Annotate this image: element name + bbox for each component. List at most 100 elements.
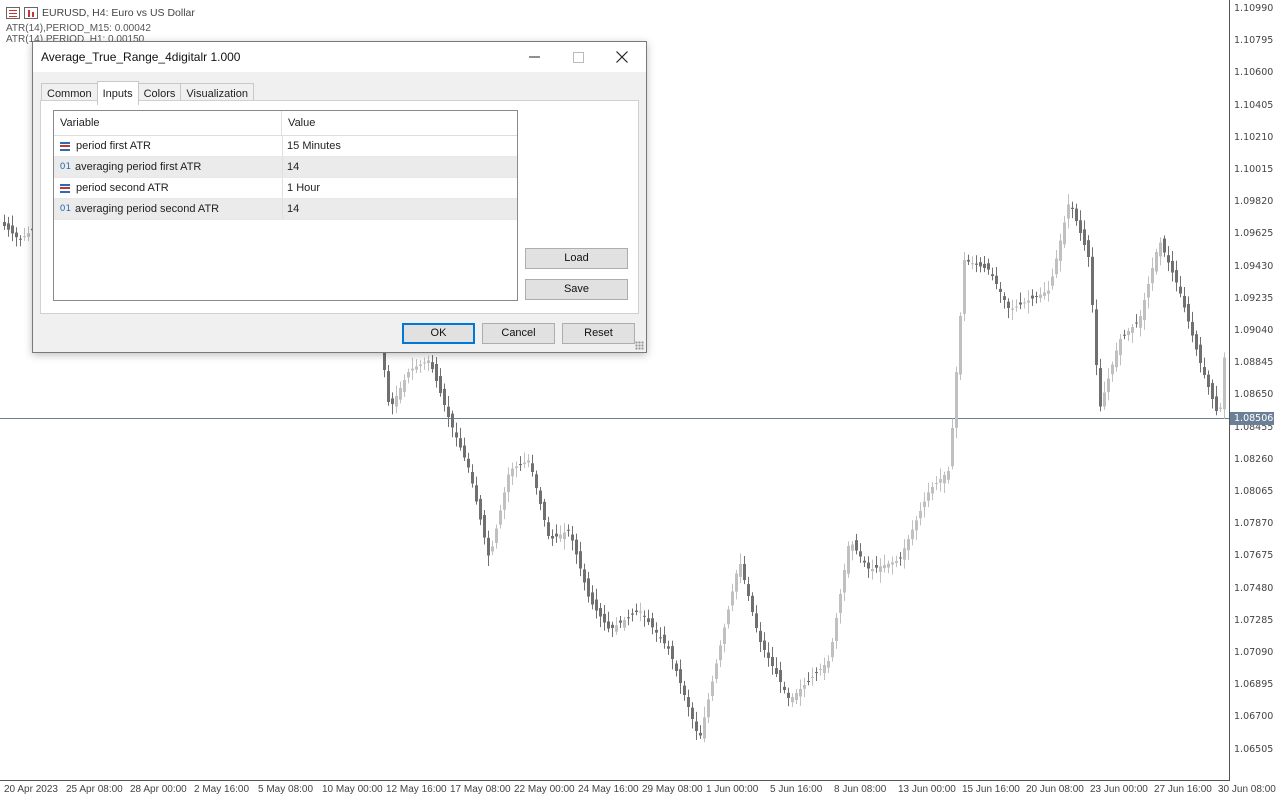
candle-body xyxy=(1015,306,1018,308)
candle-body xyxy=(975,263,978,265)
load-button[interactable]: Load xyxy=(525,248,628,269)
candle-body xyxy=(599,607,602,617)
date-axis-label: 29 May 08:00 xyxy=(642,784,703,795)
column-header-variable[interactable]: Variable xyxy=(54,111,283,135)
table-row[interactable]: period first ATR 15 Minutes xyxy=(54,136,517,157)
tab-inputs[interactable]: Inputs xyxy=(96,81,139,105)
price-axis-label: 1.09820 xyxy=(1234,196,1274,208)
table-header: Variable Value xyxy=(54,111,517,136)
candle-body xyxy=(467,458,470,468)
resize-grip-icon[interactable] xyxy=(635,341,644,350)
price-axis-label: 1.08845 xyxy=(1234,357,1274,369)
candle-body xyxy=(1095,309,1098,365)
candle-body xyxy=(539,490,542,504)
candle-body xyxy=(1207,374,1210,387)
candle-body xyxy=(463,445,466,458)
candle-body xyxy=(423,362,426,364)
candle-body xyxy=(891,562,894,565)
candle-body xyxy=(1083,229,1086,245)
candle-body xyxy=(675,663,678,671)
candle-body xyxy=(743,564,746,580)
candle-body xyxy=(1219,407,1222,409)
table-row[interactable]: 01 averaging period second ATR 14 xyxy=(54,199,517,220)
candle-body xyxy=(735,573,738,592)
candle-body xyxy=(779,669,782,682)
date-axis-label: 12 May 16:00 xyxy=(386,784,447,795)
save-button[interactable]: Save xyxy=(525,279,628,300)
candle-body xyxy=(615,625,618,632)
candle-body xyxy=(959,316,962,375)
reset-button[interactable]: Reset xyxy=(562,323,635,344)
value-cell[interactable]: 15 Minutes xyxy=(283,136,517,156)
variable-name: period first ATR xyxy=(76,140,151,152)
candle-body xyxy=(847,546,850,574)
price-axis-label: 1.07090 xyxy=(1234,647,1274,658)
variable-name: averaging period second ATR xyxy=(75,203,220,215)
candle-body xyxy=(1091,256,1094,305)
candle-body xyxy=(1223,357,1226,410)
ok-button[interactable]: OK xyxy=(402,323,475,344)
candle-body xyxy=(739,564,742,577)
candle-body xyxy=(391,398,394,404)
candle-body xyxy=(547,522,550,536)
candle-body xyxy=(1163,238,1166,253)
table-row[interactable]: period second ATR 1 Hour xyxy=(54,178,517,199)
candle-body xyxy=(947,471,950,480)
candle-body xyxy=(1003,296,1006,300)
date-axis-label: 22 May 00:00 xyxy=(514,784,575,795)
symbol-title: EURUSD, H4: Euro vs US Dollar xyxy=(42,7,195,19)
candle-body xyxy=(1183,295,1186,308)
candle-body xyxy=(455,432,458,438)
indicator-value-m15: ATR(14),PERIOD_M15: 0.00042 xyxy=(6,23,151,34)
dialog-titlebar[interactable]: Average_True_Range_4digitalr 1.000 xyxy=(33,42,646,72)
minimize-button[interactable] xyxy=(511,42,557,72)
candle-body xyxy=(515,466,518,469)
candle-body xyxy=(799,689,802,697)
variable-cell: period first ATR xyxy=(54,136,284,156)
price-axis-label: 1.08260 xyxy=(1234,453,1274,465)
table-row[interactable]: 01 averaging period first ATR 14 xyxy=(54,157,517,178)
candle-body xyxy=(1051,276,1054,286)
chart-menu-icon[interactable] xyxy=(6,7,20,19)
value-cell[interactable]: 14 xyxy=(283,199,517,219)
candle-body xyxy=(535,474,538,488)
candle-body xyxy=(1195,334,1198,350)
date-axis-label: 13 Jun 00:00 xyxy=(898,784,956,795)
candle-body xyxy=(663,634,666,644)
candle-body xyxy=(395,396,398,407)
chart-bars-icon[interactable] xyxy=(24,7,38,19)
candle-body xyxy=(655,629,658,633)
cancel-button[interactable]: Cancel xyxy=(482,323,555,344)
candle-body xyxy=(711,681,714,696)
candle-body xyxy=(507,474,510,493)
price-axis-label: 1.06895 xyxy=(1234,679,1274,691)
candle-body xyxy=(607,621,610,629)
candle-body xyxy=(499,510,502,525)
candle-body xyxy=(443,388,446,405)
price-axis-label: 1.07480 xyxy=(1234,582,1274,594)
candle-body xyxy=(475,485,478,502)
value-cell[interactable]: 14 xyxy=(283,157,517,177)
candle-body xyxy=(651,618,654,628)
candle-body xyxy=(1135,322,1138,324)
candle-body xyxy=(1215,396,1218,411)
price-axis-label: 1.06505 xyxy=(1234,743,1274,755)
candle-body xyxy=(1107,378,1110,393)
candle-body xyxy=(895,561,898,564)
candle-body xyxy=(1199,344,1202,363)
close-button[interactable] xyxy=(599,42,645,72)
candle-body xyxy=(1035,295,1038,297)
value-cell[interactable]: 1 Hour xyxy=(283,178,517,198)
candle-body xyxy=(555,533,558,537)
candle-body xyxy=(1167,255,1170,263)
candle-body xyxy=(567,529,570,531)
candle-body xyxy=(1187,303,1190,322)
date-axis-label: 25 Apr 08:00 xyxy=(66,784,123,795)
candle-body xyxy=(479,498,482,520)
candle-body xyxy=(695,721,698,731)
candle-body xyxy=(1127,331,1130,336)
candle-body xyxy=(487,537,490,556)
column-header-value[interactable]: Value xyxy=(282,111,517,135)
maximize-button xyxy=(555,42,601,72)
candle-body xyxy=(707,699,710,718)
